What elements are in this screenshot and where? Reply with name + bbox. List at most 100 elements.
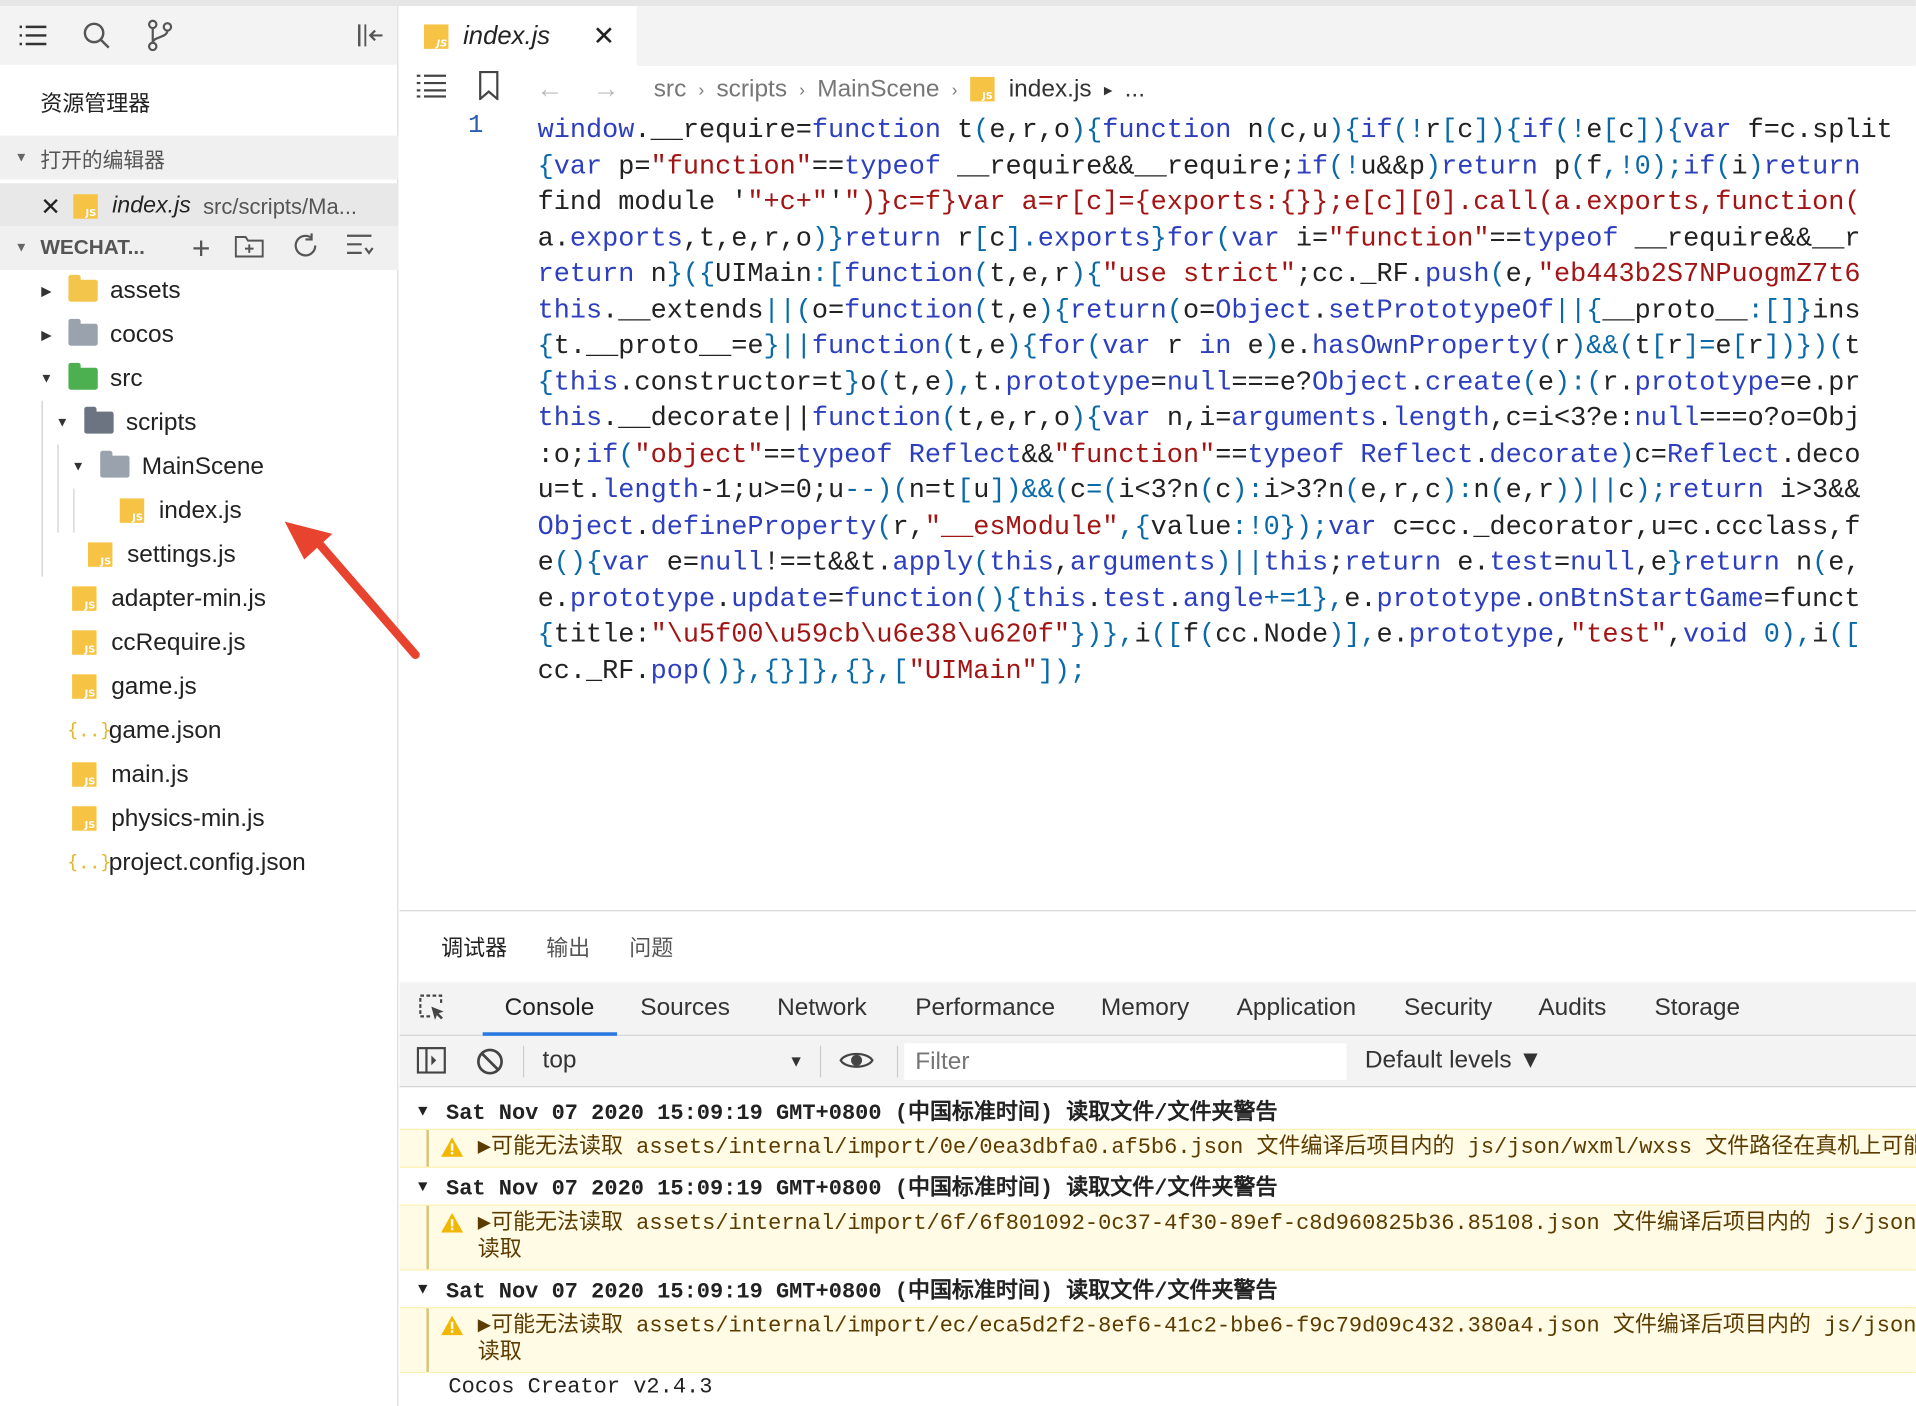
- tab-label: index.js: [463, 21, 551, 50]
- tree-item-label: scripts: [125, 408, 197, 436]
- tab-network[interactable]: Network: [777, 994, 867, 1022]
- breadcrumb-scripts[interactable]: scripts: [716, 75, 787, 103]
- project-section[interactable]: ▼ WECHAT... +: [0, 225, 399, 270]
- close-tab-icon[interactable]: ✕: [593, 20, 616, 52]
- tree-item-game-json[interactable]: {..} game.json: [67, 709, 221, 753]
- tree-item-label: physics-min.js: [111, 804, 265, 832]
- open-editor-item[interactable]: ✕ index.js src/scripts/Ma...: [0, 183, 399, 230]
- js-file-icon: [72, 630, 97, 655]
- breadcrumb-more[interactable]: ...: [1125, 75, 1145, 103]
- tab-problems[interactable]: 问题: [629, 931, 673, 963]
- close-icon[interactable]: ✕: [40, 191, 60, 222]
- folder-icon: [68, 274, 98, 302]
- log-header-text: Sat Nov 07 2020 15:09:19 GMT+0800 (中国标准时…: [445, 1177, 1278, 1203]
- breadcrumb-bar: ← → src › scripts › MainScene › index.js…: [400, 66, 1916, 112]
- code-line: :o;if("object"==typeof Reflect&&"functio…: [537, 439, 1861, 470]
- code-line: a.exports,t,e,r,o)}return r[c].exports}f…: [537, 222, 1861, 254]
- tree-guide: [73, 488, 75, 533]
- json-file-icon: {..}: [67, 719, 112, 742]
- breadcrumb-src[interactable]: src: [654, 75, 687, 103]
- tree-item-label: index.js: [158, 496, 242, 524]
- bookmark-icon[interactable]: [478, 70, 500, 108]
- breadcrumb-separator: ›: [951, 79, 958, 99]
- warning-row[interactable]: ▶可能无法读取 assets/internal/import/0e/0ea3db…: [399, 1128, 1916, 1168]
- js-file-icon: [72, 762, 97, 787]
- js-file-icon: [423, 23, 449, 49]
- devtools-tabs: Console Sources Network Performance Memo…: [399, 982, 1916, 1036]
- warning-bar: [426, 1205, 429, 1270]
- tab-security[interactable]: Security: [1404, 994, 1492, 1022]
- collapse-panel-icon[interactable]: [354, 20, 386, 52]
- console-version-line: Cocos Creator v2.4.3: [448, 1375, 713, 1400]
- code-line: cc._RF.pop()},{}]},{},["UIMain"]);: [537, 655, 1087, 686]
- tab-storage[interactable]: Storage: [1654, 994, 1740, 1022]
- breadcrumb-separator: ▸: [1103, 78, 1113, 99]
- log-group-header[interactable]: ▼ Sat Nov 07 2020 15:09:19 GMT+0800 (中国标…: [400, 1168, 1916, 1205]
- warning-row[interactable]: ▶可能无法读取 assets/internal/import/ec/eca5d2…: [399, 1307, 1916, 1374]
- tree-item-settings-js[interactable]: settings.js: [87, 533, 236, 577]
- tree-item-label: main.js: [111, 760, 189, 788]
- log-group-header[interactable]: ▼ Sat Nov 07 2020 15:09:19 GMT+0800 (中国标…: [400, 1092, 1916, 1129]
- tab-debugger[interactable]: 调试器: [441, 931, 507, 963]
- tree-item-project-config-json[interactable]: {..} project.config.json: [67, 840, 306, 884]
- tab-memory[interactable]: Memory: [1101, 994, 1189, 1022]
- refresh-icon[interactable]: [291, 230, 320, 265]
- breadcrumb-mainscene[interactable]: MainScene: [817, 75, 939, 103]
- filter-input[interactable]: [904, 1043, 1347, 1080]
- clear-console-icon[interactable]: [475, 1047, 504, 1084]
- tab-sources[interactable]: Sources: [640, 994, 730, 1022]
- tree-item-adapter-min-js[interactable]: adapter-min.js: [72, 577, 266, 621]
- forward-arrow-icon[interactable]: →: [593, 73, 620, 105]
- new-file-icon[interactable]: +: [192, 229, 211, 267]
- tree-item-index-js[interactable]: index.js: [119, 489, 242, 533]
- warning-bar: [426, 1308, 429, 1372]
- code-line: window.__require=function t(e,r,o){funct…: [537, 114, 1893, 146]
- tab-console[interactable]: Console: [505, 994, 595, 1022]
- code-line: this.__decorate||function(t,e,r,o){var n…: [537, 403, 1861, 434]
- inspect-element-icon[interactable]: [418, 993, 447, 1030]
- new-folder-icon[interactable]: [235, 233, 264, 264]
- context-select[interactable]: top ▼: [543, 1047, 804, 1075]
- eye-icon[interactable]: [839, 1049, 874, 1078]
- tree-item-main-js[interactable]: main.js: [72, 753, 189, 797]
- tab-application[interactable]: Application: [1237, 994, 1357, 1022]
- source-control-icon[interactable]: [144, 19, 176, 52]
- caret-right-icon: ▶: [41, 284, 52, 299]
- tab-index-js[interactable]: index.js ✕: [399, 6, 637, 66]
- log-levels-select[interactable]: Default levels ▼: [1365, 1047, 1543, 1075]
- tree-item-assets[interactable]: ▶ assets: [37, 269, 181, 313]
- tree-item-physics-min-js[interactable]: physics-min.js: [72, 796, 265, 840]
- back-arrow-icon[interactable]: ←: [536, 73, 563, 105]
- tree-item-scripts[interactable]: ▼ scripts: [53, 401, 197, 445]
- tab-audits[interactable]: Audits: [1538, 994, 1606, 1022]
- breadcrumb-file[interactable]: index.js: [1009, 75, 1092, 103]
- code-editor[interactable]: 1 window.__require=function t(e,r,o){fun…: [400, 112, 1916, 696]
- outline-icon[interactable]: [416, 73, 446, 105]
- app-window: 资源管理器 ▼ 打开的编辑器 ✕ index.js src/scripts/Ma…: [0, 0, 1916, 1406]
- code-line: e(){var e=null!==t&&t.apply(this,argumen…: [537, 547, 1861, 578]
- search-icon[interactable]: [81, 20, 113, 52]
- tree-item-src[interactable]: ▼ src: [37, 357, 143, 401]
- tree-item-label: game.js: [111, 672, 197, 700]
- code-line: e.prototype.update=function(){this.test.…: [537, 583, 1861, 614]
- tab-performance[interactable]: Performance: [915, 994, 1055, 1022]
- toolbar-separator: [819, 1045, 822, 1078]
- tree-item-game-js[interactable]: game.js: [72, 665, 197, 709]
- tree-item-mainscene[interactable]: ▼ MainScene: [68, 445, 264, 489]
- toolbar-separator: [522, 1045, 525, 1078]
- tree-item-cocos[interactable]: ▶ cocos: [37, 313, 174, 357]
- collapse-all-icon[interactable]: [345, 233, 374, 264]
- tree-item-ccrequire-js[interactable]: ccRequire.js: [72, 621, 246, 665]
- warning-row[interactable]: ▶可能无法读取 assets/internal/import/6f/6f8010…: [399, 1204, 1916, 1271]
- caret-down-icon: ▼: [39, 371, 54, 387]
- log-header-text: Sat Nov 07 2020 15:09:19 GMT+0800 (中国标准时…: [445, 1101, 1278, 1127]
- open-editors-section[interactable]: ▼ 打开的编辑器: [0, 135, 399, 180]
- sidebar-toggle-icon[interactable]: [416, 1047, 446, 1081]
- log-group-header[interactable]: ▼ Sat Nov 07 2020 15:09:19 GMT+0800 (中国标…: [400, 1270, 1916, 1307]
- list-icon[interactable]: [17, 20, 49, 52]
- tab-output[interactable]: 输出: [546, 931, 590, 963]
- toolbar-separator: [896, 1045, 899, 1078]
- js-file-icon: [72, 806, 97, 831]
- caret-down-icon: ▼: [418, 1177, 428, 1196]
- code-line: find module '"+c+"'")}c=f}var a=r[c]={ex…: [537, 186, 1861, 218]
